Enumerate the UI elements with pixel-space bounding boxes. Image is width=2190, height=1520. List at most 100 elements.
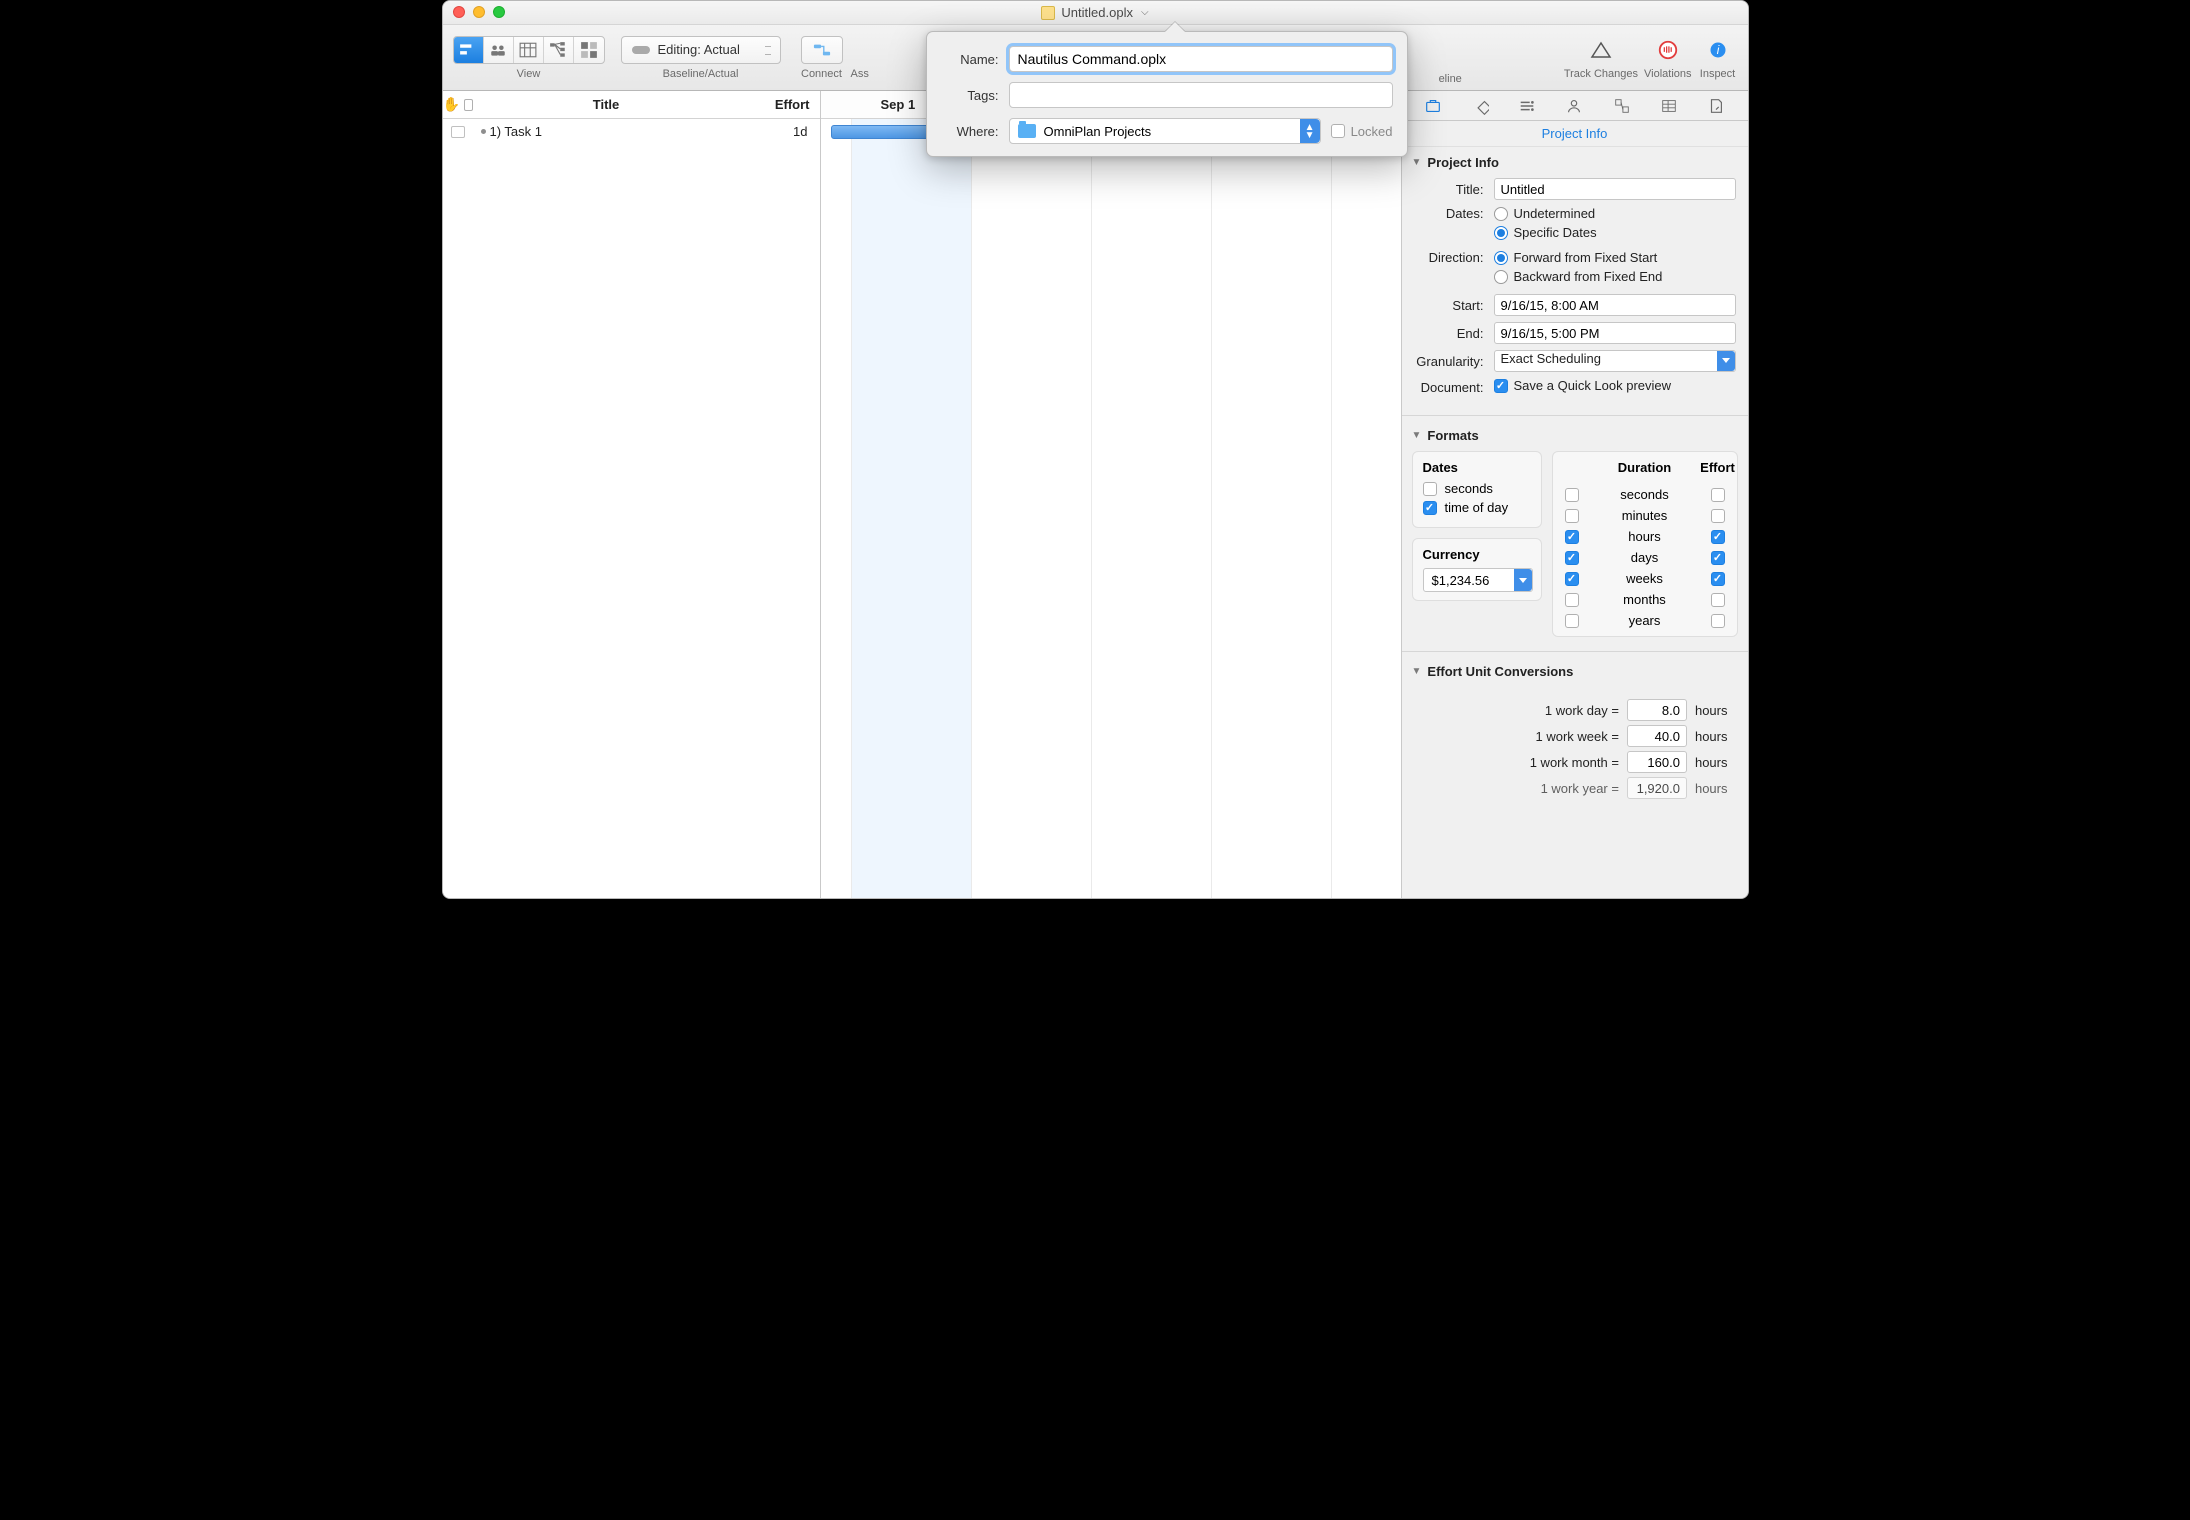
- granularity-label: Granularity:: [1414, 354, 1494, 369]
- violations-button[interactable]: [1648, 36, 1688, 64]
- minimize-button[interactable]: [473, 6, 485, 18]
- end-field[interactable]: [1494, 322, 1736, 344]
- dur-weeks[interactable]: [1565, 572, 1579, 586]
- quicklook-checkbox[interactable]: Save a Quick Look preview: [1494, 378, 1672, 393]
- tab-milestones-icon[interactable]: [1469, 95, 1491, 117]
- baseline-popup[interactable]: Editing: Actual: [621, 36, 781, 64]
- dates-specific-radio[interactable]: Specific Dates: [1494, 225, 1736, 240]
- gantt-body[interactable]: [821, 119, 1401, 898]
- timeline-label-partial: eline: [1439, 73, 1462, 90]
- tab-custom-data-icon[interactable]: [1658, 95, 1680, 117]
- eff-days[interactable]: [1711, 551, 1725, 565]
- pill-icon: [632, 46, 650, 54]
- dur-months[interactable]: [1565, 593, 1579, 607]
- inspect-label: Inspect: [1700, 68, 1735, 80]
- gantt-pane[interactable]: Sep 1: [821, 91, 1402, 898]
- violations-label: Violations: [1644, 68, 1692, 80]
- column-title[interactable]: Title: [473, 97, 740, 112]
- dates-seconds-check[interactable]: seconds: [1423, 481, 1531, 496]
- track-changes-label: Track Changes: [1564, 68, 1638, 80]
- connect-button-wrap[interactable]: [801, 36, 843, 64]
- eff-hours[interactable]: [1711, 530, 1725, 544]
- direction-forward-radio[interactable]: Forward from Fixed Start: [1494, 250, 1736, 265]
- direction-label: Direction:: [1414, 250, 1494, 265]
- project-title-field[interactable]: [1494, 178, 1736, 200]
- tab-resource-icon[interactable]: [1563, 95, 1585, 117]
- section-formats[interactable]: ▼ Formats: [1402, 420, 1748, 451]
- conv-month-field[interactable]: [1627, 751, 1687, 773]
- view-network-button[interactable]: [544, 37, 574, 63]
- tags-label: Tags:: [941, 88, 999, 103]
- title-label: Title:: [1414, 182, 1494, 197]
- tab-attachments-icon[interactable]: [1705, 95, 1727, 117]
- outline-pane: ✋ Title Effort 1) Task 1 1d: [443, 91, 821, 898]
- dur-years[interactable]: [1565, 614, 1579, 628]
- view-label: View: [517, 68, 541, 80]
- disclosure-icon: ▼: [1412, 430, 1422, 441]
- view-styles-button[interactable]: [574, 37, 604, 63]
- column-effort[interactable]: Effort: [740, 97, 820, 112]
- dur-hours[interactable]: [1565, 530, 1579, 544]
- hand-icon[interactable]: ✋: [443, 96, 460, 113]
- locked-checkbox[interactable]: Locked: [1331, 124, 1393, 139]
- name-field[interactable]: [1009, 46, 1393, 72]
- start-label: Start:: [1414, 298, 1494, 313]
- eff-years[interactable]: [1711, 614, 1725, 628]
- dates-box: Dates seconds time of day: [1412, 451, 1542, 528]
- rename-popover: Name: Tags: Where: OmniPlan Projects ▲▼ …: [926, 31, 1408, 157]
- dates-tod-check[interactable]: time of day: [1423, 500, 1531, 515]
- view-gantt-button[interactable]: [454, 37, 484, 63]
- row-note-icon[interactable]: [451, 126, 465, 138]
- eff-seconds[interactable]: [1711, 488, 1725, 502]
- tags-field[interactable]: [1009, 82, 1393, 108]
- end-label: End:: [1414, 326, 1494, 341]
- traffic-lights: [453, 6, 505, 18]
- conv-week-field[interactable]: [1627, 725, 1687, 747]
- conv-year-field[interactable]: [1627, 777, 1687, 799]
- document-icon: [1041, 6, 1055, 20]
- track-changes-button[interactable]: [1581, 36, 1621, 64]
- window-title-text: Untitled.oplx: [1061, 5, 1133, 20]
- currency-select[interactable]: $1,234.56: [1423, 568, 1533, 592]
- dates-undetermined-radio[interactable]: Undetermined: [1494, 206, 1736, 221]
- task-effort[interactable]: 1d: [740, 124, 820, 139]
- view-resource-button[interactable]: [484, 37, 514, 63]
- currency-box: Currency $1,234.56: [1412, 538, 1542, 601]
- name-label: Name:: [941, 52, 999, 67]
- section-project-info[interactable]: ▼ Project Info: [1402, 147, 1748, 178]
- note-icon[interactable]: [464, 99, 473, 111]
- dur-minutes[interactable]: [1565, 509, 1579, 523]
- eff-months[interactable]: [1711, 593, 1725, 607]
- start-field[interactable]: [1494, 294, 1736, 316]
- document-label: Document:: [1414, 380, 1494, 395]
- task-label[interactable]: 1) Task 1: [486, 124, 740, 139]
- task-row[interactable]: 1) Task 1 1d: [443, 119, 820, 145]
- conv-day-field[interactable]: [1627, 699, 1687, 721]
- conv-year: 1 work year = hours: [1402, 775, 1748, 801]
- direction-backward-radio[interactable]: Backward from Fixed End: [1494, 269, 1736, 284]
- granularity-select[interactable]: Exact Scheduling: [1494, 350, 1736, 372]
- where-label: Where:: [941, 124, 999, 139]
- connect-button[interactable]: [802, 37, 842, 63]
- inspector-tabs: [1402, 91, 1748, 121]
- close-button[interactable]: [453, 6, 465, 18]
- where-select[interactable]: OmniPlan Projects ▲▼: [1009, 118, 1321, 144]
- tab-project-icon[interactable]: [1422, 95, 1444, 117]
- inspector-pane: Project Info ▼ Project Info Title: Dates…: [1402, 91, 1748, 898]
- conv-week: 1 work week = hours: [1402, 723, 1748, 749]
- section-conversions[interactable]: ▼ Effort Unit Conversions: [1402, 656, 1748, 687]
- eff-minutes[interactable]: [1711, 509, 1725, 523]
- disclosure-icon: ▼: [1412, 666, 1422, 677]
- dur-days[interactable]: [1565, 551, 1579, 565]
- tab-task-icon[interactable]: [1516, 95, 1538, 117]
- baseline-popup-text: Editing: Actual: [658, 42, 740, 57]
- inspect-button[interactable]: i: [1698, 36, 1738, 64]
- dur-seconds[interactable]: [1565, 488, 1579, 502]
- eff-weeks[interactable]: [1711, 572, 1725, 586]
- chevron-down-icon: ⌵: [1141, 7, 1149, 18]
- window-title[interactable]: Untitled.oplx ⌵: [1041, 5, 1148, 20]
- tab-styles-icon[interactable]: [1611, 95, 1633, 117]
- view-calendar-button[interactable]: [514, 37, 544, 63]
- view-segmented[interactable]: [453, 36, 605, 64]
- zoom-button[interactable]: [493, 6, 505, 18]
